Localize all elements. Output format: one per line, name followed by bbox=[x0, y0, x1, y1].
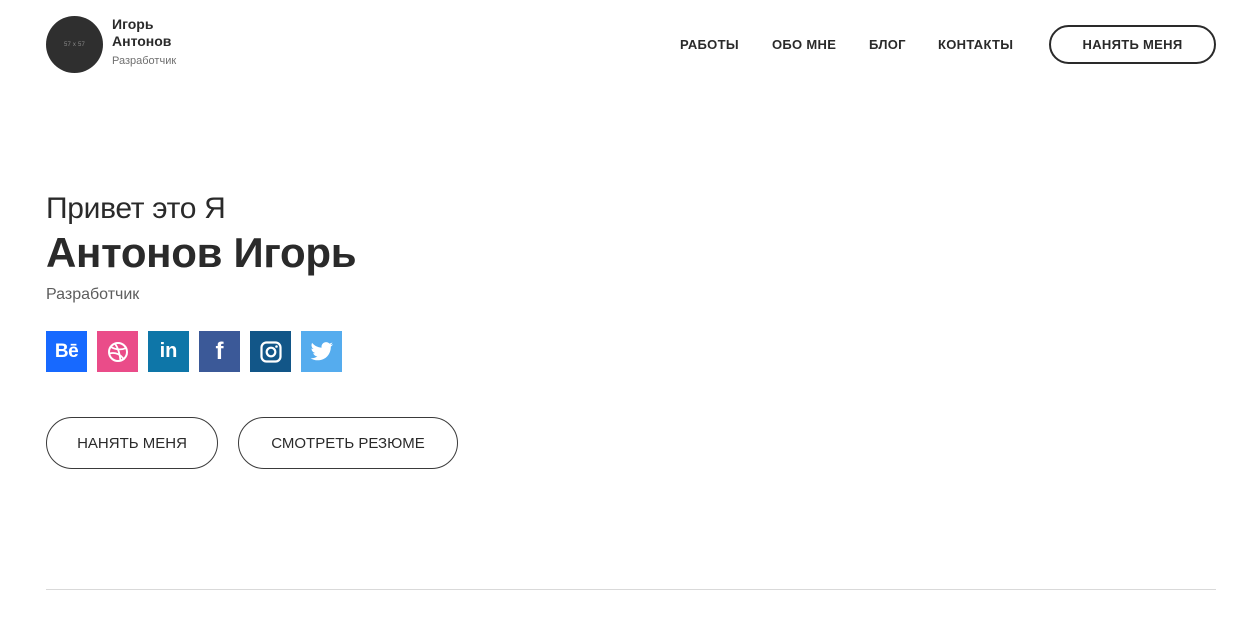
dribbble-icon bbox=[107, 341, 128, 362]
instagram-link[interactable] bbox=[250, 331, 291, 372]
hero-name: Антонов Игорь bbox=[46, 229, 357, 276]
hero-role: Разработчик bbox=[46, 286, 140, 303]
header-hire-button[interactable]: НАНЯТЬ МЕНЯ bbox=[1049, 25, 1216, 64]
view-resume-button[interactable]: СМОТРЕТЬ РЕЗЮМЕ bbox=[238, 417, 458, 469]
section-divider bbox=[46, 589, 1216, 590]
hero-hire-button[interactable]: НАНЯТЬ МЕНЯ bbox=[46, 417, 218, 469]
facebook-link[interactable]: f bbox=[199, 331, 240, 372]
avatar[interactable]: 57 x 57 bbox=[46, 16, 103, 73]
twitter-link[interactable] bbox=[301, 331, 342, 372]
behance-icon: Bē bbox=[54, 340, 79, 362]
instagram-icon bbox=[259, 340, 282, 363]
brand-role: Разработчик bbox=[112, 55, 177, 67]
nav-item-works[interactable]: РАБОТЫ bbox=[680, 37, 739, 53]
linkedin-icon: in bbox=[159, 340, 178, 362]
facebook-icon: f bbox=[215, 337, 224, 365]
behance-link[interactable]: Bē bbox=[46, 331, 87, 372]
nav-item-contacts[interactable]: КОНТАКТЫ bbox=[938, 37, 1013, 53]
hero-greeting: Привет это Я bbox=[46, 192, 226, 225]
avatar-placeholder-text: 57 x 57 bbox=[63, 41, 86, 48]
social-links: Bē in f bbox=[46, 331, 342, 372]
nav-item-about[interactable]: ОБО МНЕ bbox=[772, 37, 836, 53]
site-header: 57 x 57 Игорь Антонов Разработчик РАБОТЫ… bbox=[0, 0, 1251, 90]
nav-item-blog[interactable]: БЛОГ bbox=[869, 37, 906, 53]
twitter-icon bbox=[310, 341, 333, 360]
dribbble-link[interactable] bbox=[97, 331, 138, 372]
brand-name[interactable]: Игорь Антонов bbox=[112, 16, 212, 50]
linkedin-link[interactable]: in bbox=[148, 331, 189, 372]
